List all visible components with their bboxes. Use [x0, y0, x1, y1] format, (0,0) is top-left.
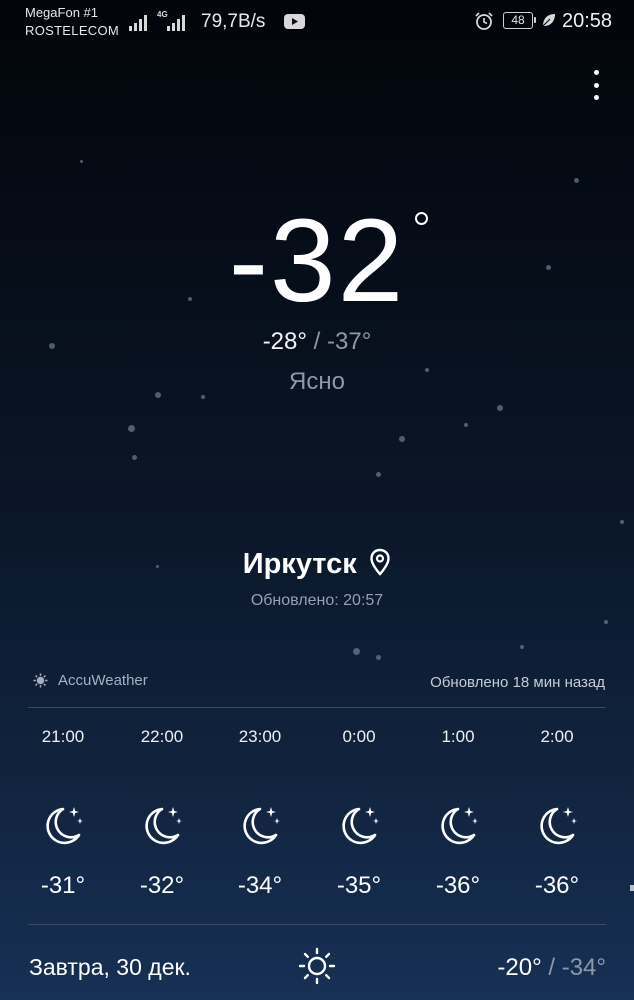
- alarm-icon: [475, 12, 493, 30]
- location-pin-icon[interactable]: [369, 548, 391, 576]
- location-row[interactable]: Иркутск: [0, 548, 634, 581]
- hour-temperature: -32°: [139, 872, 185, 899]
- star: [132, 455, 137, 460]
- location-updated-time: Обновлено: 20:57: [250, 592, 384, 609]
- scroll-hint: [630, 885, 634, 891]
- city-name[interactable]: Иркутск: [243, 548, 357, 580]
- net-speed: 79,7B/s: [201, 11, 266, 32]
- tomorrow-high: -20°: [497, 954, 542, 981]
- moon-stars-icon: [46, 807, 83, 845]
- accuweather-logo-icon: [33, 673, 48, 688]
- star: [464, 423, 468, 427]
- star: [376, 472, 381, 477]
- status-clock: 20:58: [562, 10, 613, 32]
- current-temperature-value: -32: [228, 195, 406, 327]
- signal-icon: [129, 15, 147, 31]
- star: [520, 645, 524, 649]
- overflow-menu-button[interactable]: [582, 66, 610, 104]
- star: [497, 405, 503, 411]
- hour-temperature: -31°: [40, 872, 86, 899]
- hour-temperature: -36°: [534, 872, 580, 899]
- menu-dot: [593, 70, 599, 75]
- status-bar: MegaFon #1 ROSTELECOM 4G 79,7B/s 48 20:5…: [0, 0, 634, 44]
- battery-icon: 48: [503, 12, 536, 29]
- star: [399, 436, 405, 442]
- hour-temperature: -36°: [435, 872, 481, 899]
- tomorrow-separator: /: [548, 954, 556, 981]
- hour-time: 22:00: [140, 727, 184, 746]
- provider-row[interactable]: AccuWeather: [33, 672, 148, 689]
- divider: [28, 924, 606, 925]
- moon-stars-icon: [243, 807, 280, 845]
- hour-time: 21:00: [41, 727, 85, 746]
- tomorrow-high-low: -20° / -34°: [497, 954, 606, 982]
- star: [604, 620, 608, 624]
- signal-4g-icon: [167, 15, 185, 31]
- today-high: -28°: [262, 328, 307, 355]
- star: [128, 425, 135, 432]
- divider: [28, 707, 606, 708]
- tomorrow-label: Завтра, 30 дек.: [29, 954, 191, 980]
- youtube-icon: [284, 14, 305, 29]
- provider-name[interactable]: AccuWeather: [58, 672, 148, 689]
- carrier-1: MegaFon #1: [25, 5, 98, 20]
- hour-temperature: -35°: [336, 872, 382, 899]
- star: [80, 160, 83, 163]
- moon-stars-icon: [145, 807, 182, 845]
- today-low: -37°: [327, 328, 372, 355]
- moon-stars-icon: [342, 807, 379, 845]
- hour-time: 23:00: [238, 727, 282, 746]
- moon-stars-icon: [540, 807, 577, 845]
- high-low-separator: /: [313, 328, 321, 355]
- star: [353, 648, 360, 655]
- degree-symbol: [415, 212, 428, 225]
- current-temperature: -32: [0, 196, 634, 326]
- hour-time: 0:00: [342, 727, 376, 746]
- menu-dot: [593, 95, 599, 100]
- sun-icon: [298, 947, 336, 985]
- hour-time: 1:00: [441, 727, 475, 746]
- star: [376, 655, 381, 660]
- menu-dot: [593, 82, 599, 88]
- carrier-2: ROSTELECOM: [25, 23, 120, 38]
- hour-temperature: -34°: [237, 872, 283, 899]
- today-high-low: -28° / -37°: [0, 328, 634, 356]
- weather-condition: Ясно: [289, 368, 345, 395]
- star: [620, 520, 624, 524]
- tomorrow-low: -34°: [561, 954, 606, 981]
- moon-stars-icon: [441, 807, 478, 845]
- star: [574, 178, 579, 183]
- provider-updated: Обновлено 18 мин назад: [430, 674, 605, 691]
- leaf-icon: [542, 14, 555, 27]
- hour-time: 2:00: [540, 727, 574, 746]
